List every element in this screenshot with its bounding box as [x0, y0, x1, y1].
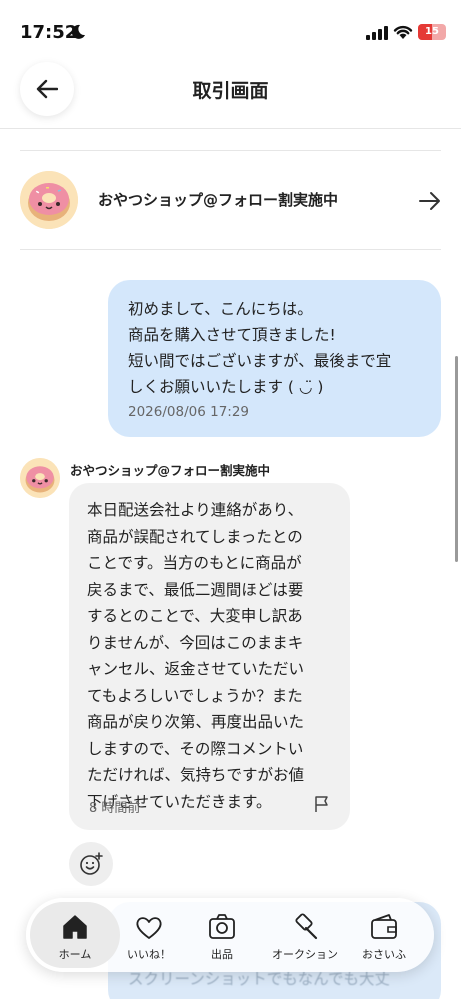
nav-label-sell: 出品: [211, 948, 233, 961]
shop-avatar: [20, 171, 78, 229]
donut-icon: [20, 171, 78, 229]
scrollbar[interactable]: [455, 356, 458, 562]
page-title: 取引画面: [192, 80, 269, 102]
donut-icon: [20, 458, 60, 498]
nav-label-wallet: おさいふ: [362, 948, 406, 961]
nav-auction[interactable]: オークション: [262, 902, 348, 968]
nav-wallet[interactable]: おさいふ: [343, 902, 425, 968]
nav-home[interactable]: ホーム: [30, 902, 120, 968]
camera-icon: [209, 914, 235, 939]
wifi-icon: [393, 25, 413, 39]
flag-icon[interactable]: [314, 795, 330, 813]
home-icon: [63, 915, 87, 939]
bottom-nav: ホーム いいね！ 出品 オークション おさいふ: [26, 898, 434, 972]
status-bar: 17:52 15: [0, 0, 461, 62]
status-time: 17:52: [20, 22, 78, 43]
partner-message-time: 8 時間前: [89, 801, 141, 816]
add-reaction-button[interactable]: [69, 842, 113, 886]
wallet-icon: [371, 914, 397, 939]
battery-level: 15: [425, 26, 439, 37]
signal-icon: [366, 26, 388, 40]
shop-name: おやつショップ@フォロー割実施中: [98, 191, 339, 209]
partner-message-text: 本日配送会社より連絡があり、 商品が誤配されてしまったとの ことです。当方のもと…: [87, 501, 305, 811]
nav-label-likes: いいね！: [127, 948, 171, 961]
heart-icon: [136, 917, 162, 939]
own-message-text: 初めまして、こんにちは。 商品を購入させて頂きました! 短い間ではございますが、…: [128, 300, 392, 396]
nav-likes[interactable]: いいね！: [108, 902, 190, 968]
nav-sell[interactable]: 出品: [181, 902, 263, 968]
own-message-time: 2026/08/06 17:29: [128, 404, 250, 420]
nav-label-home: ホーム: [58, 948, 92, 961]
partner-avatar[interactable]: [20, 458, 60, 498]
partner-name: おやつショップ@フォロー割実施中: [70, 463, 271, 478]
moon-icon: [71, 24, 85, 39]
emoji-add-icon: [80, 852, 103, 875]
nav-label-auction: オークション: [272, 948, 338, 961]
shop-link[interactable]: おやつショップ@フォロー割実施中: [20, 150, 441, 250]
header: 取引画面: [0, 62, 461, 128]
battery-icon: 15: [418, 24, 446, 40]
header-divider: [0, 128, 461, 129]
own-message-bubble: 初めまして、こんにちは。 商品を購入させて頂きました! 短い間ではございますが、…: [108, 280, 441, 437]
hammer-icon: [295, 913, 318, 940]
arrow-right-icon: [419, 192, 440, 210]
partner-message-bubble: 本日配送会社より連絡があり、 商品が誤配されてしまったとの ことです。当方のもと…: [69, 483, 350, 830]
